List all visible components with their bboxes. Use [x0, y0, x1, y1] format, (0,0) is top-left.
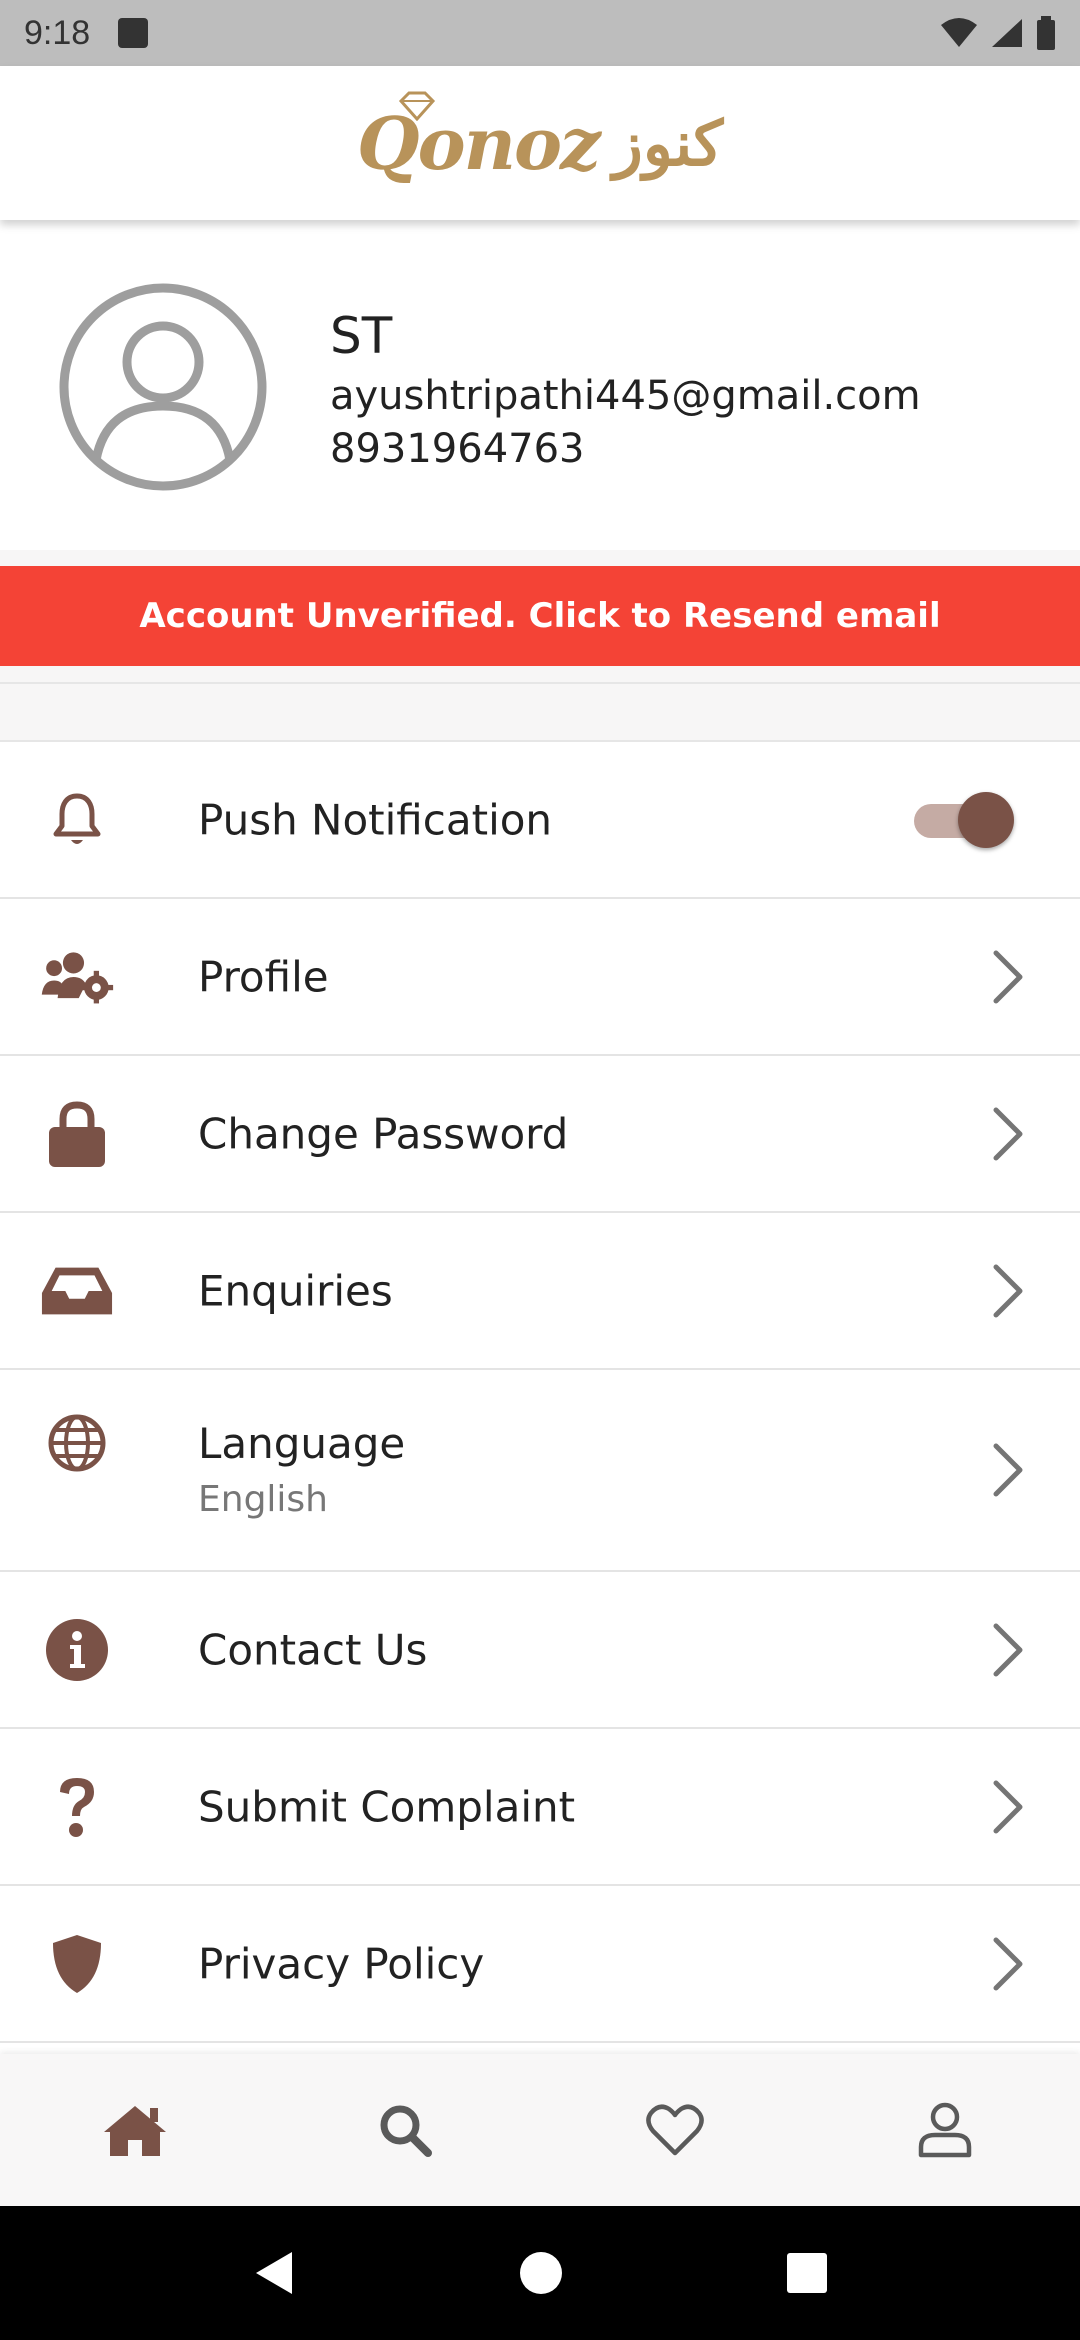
- status-icons: [940, 16, 1056, 50]
- shield-icon: [40, 1927, 114, 2001]
- bottom-navigation: [0, 2054, 1080, 2206]
- chevron-right-icon: [993, 1443, 1023, 1497]
- settings-row-label: Language: [198, 1419, 406, 1468]
- home-circle-icon[interactable]: [519, 2251, 563, 2295]
- back-icon[interactable]: [252, 2250, 296, 2296]
- settings-row-label: Change Password: [198, 1109, 569, 1158]
- globe-icon: [40, 1406, 114, 1480]
- question-icon: [40, 1770, 114, 1844]
- settings-row-change-password[interactable]: Change Password: [0, 1056, 1080, 1213]
- heart-icon: [646, 2104, 704, 2156]
- info-icon: [40, 1613, 114, 1687]
- app-header: Qonoz كنوز: [0, 66, 1080, 220]
- chevron-right-icon: [993, 1623, 1023, 1676]
- resend-verification-banner[interactable]: Account Unverified. Click to Resend emai…: [0, 566, 1080, 666]
- nav-favorites[interactable]: [540, 2054, 810, 2206]
- diamond-icon: [398, 91, 435, 121]
- lock-icon: [40, 1097, 114, 1171]
- chevron-right-icon: [993, 1264, 1023, 1317]
- app-logo: Qonoz كنوز: [356, 91, 724, 186]
- section-divider: [0, 666, 1080, 742]
- status-bar: 9:18: [0, 0, 1080, 66]
- nav-home[interactable]: [0, 2054, 270, 2206]
- stop-icon: [118, 18, 149, 48]
- users-gear-icon: [40, 940, 114, 1014]
- profile-email: ayushtripathi445@gmail.com: [330, 373, 921, 419]
- settings-row-enquiries[interactable]: Enquiries: [0, 1213, 1080, 1370]
- toggle-knob: [958, 791, 1014, 848]
- inbox-icon: [40, 1254, 114, 1328]
- chevron-right-icon: [993, 1780, 1023, 1833]
- settings-row-label: Submit Complaint: [198, 1782, 576, 1831]
- profile-info: ST ayushtripathi445@gmail.com 8931964763: [330, 304, 921, 474]
- settings-row-label: Contact Us: [198, 1625, 428, 1674]
- settings-row-contact-us[interactable]: Contact Us: [0, 1572, 1080, 1729]
- settings-row-label: Enquiries: [198, 1266, 393, 1315]
- push-notification-toggle[interactable]: [914, 791, 1014, 848]
- settings-row-privacy-policy[interactable]: Privacy Policy: [0, 1886, 1080, 2043]
- bell-icon: [40, 783, 114, 857]
- profile-phone: 8931964763: [330, 426, 585, 472]
- nav-search[interactable]: [270, 2054, 540, 2206]
- settings-row-push-notification: Push Notification: [0, 742, 1080, 899]
- settings-row-language[interactable]: Language English: [0, 1370, 1080, 1572]
- chevron-right-icon: [993, 950, 1023, 1003]
- wifi-icon: [941, 18, 977, 47]
- banner-text: Account Unverified. Click to Resend emai…: [139, 596, 941, 636]
- profile-name: ST: [330, 307, 393, 365]
- user-circle-icon: [59, 283, 267, 491]
- language-labels: Language English: [198, 1416, 405, 1528]
- profile-card: ST ayushtripathi445@gmail.com 8931964763: [0, 220, 1080, 550]
- language-value: English: [198, 1479, 328, 1520]
- chevron-right-icon: [993, 1937, 1023, 1990]
- logo-arabic: كنوز: [612, 106, 724, 180]
- settings-row-label: Privacy Policy: [198, 1939, 485, 1988]
- system-navigation-bar: [0, 2206, 1080, 2340]
- battery-icon: [1037, 16, 1055, 50]
- signal-icon: [992, 19, 1022, 47]
- status-time: 9:18: [24, 13, 91, 52]
- settings-row-submit-complaint[interactable]: Submit Complaint: [0, 1729, 1080, 1886]
- search-icon: [380, 2105, 432, 2157]
- user-icon: [918, 2102, 972, 2158]
- home-icon: [104, 2106, 166, 2156]
- recents-icon[interactable]: [786, 2252, 828, 2294]
- divider: [0, 550, 1080, 566]
- settings-row-label: Profile: [198, 952, 329, 1001]
- chevron-right-icon: [993, 1107, 1023, 1160]
- nav-account[interactable]: [810, 2054, 1080, 2206]
- settings-row-profile[interactable]: Profile: [0, 899, 1080, 1056]
- settings-list: Push Notification Profile Change Passwor…: [0, 742, 1080, 2043]
- settings-row-label: Push Notification: [198, 795, 553, 844]
- logo-text: Qonoz: [356, 100, 601, 186]
